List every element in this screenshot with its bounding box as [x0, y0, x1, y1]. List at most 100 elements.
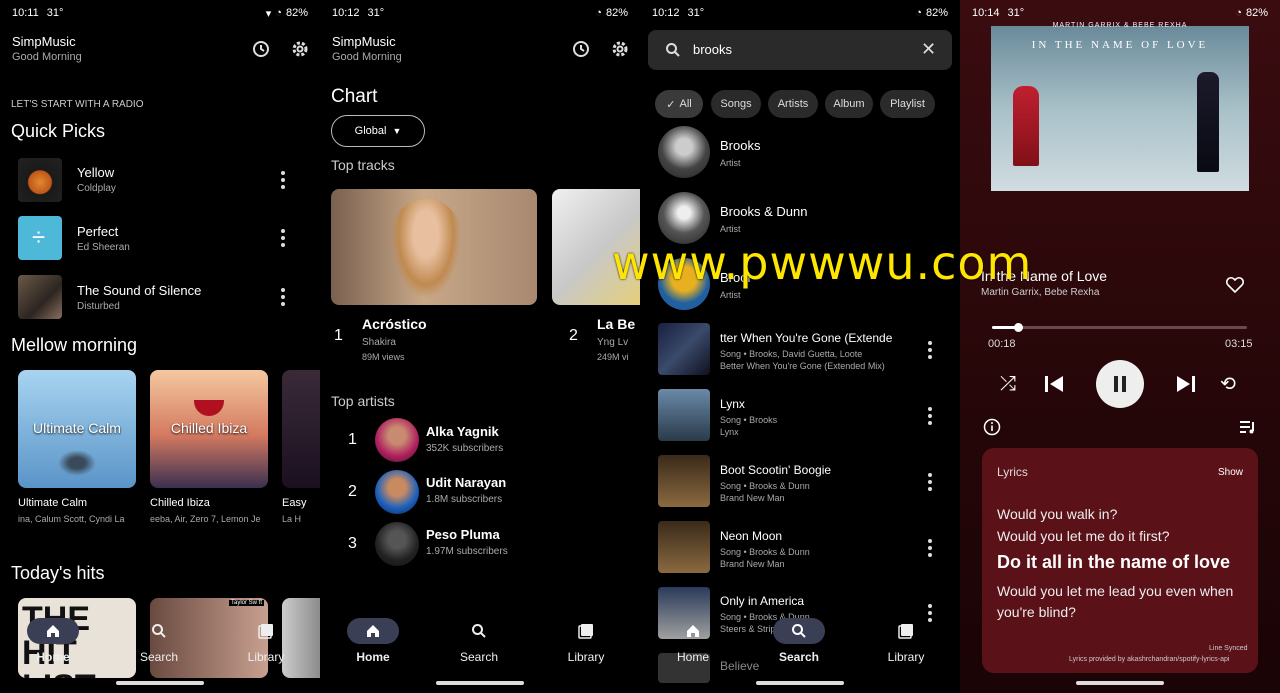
nav-library[interactable]: Library — [226, 618, 306, 664]
result-title[interactable]: Neon Moon — [720, 529, 782, 543]
artist-avatar[interactable] — [375, 522, 419, 566]
track-artist: Shakira — [362, 337, 396, 348]
region-value: Global — [354, 125, 387, 137]
playlist-card[interactable]: Chilled Ibiza — [150, 370, 268, 488]
artist-avatar[interactable] — [375, 418, 419, 462]
pick-title[interactable]: The Sound of Silence — [77, 283, 201, 298]
more-options-icon[interactable] — [928, 407, 932, 425]
song-cover[interactable] — [658, 389, 710, 441]
result-title[interactable]: Lynx — [720, 397, 745, 411]
more-options-icon[interactable] — [928, 473, 932, 491]
pick-title[interactable]: Perfect — [77, 224, 118, 239]
nav-search[interactable]: Search — [759, 618, 839, 664]
next-icon[interactable] — [1176, 375, 1196, 393]
filter-chip-artists[interactable]: Artists — [768, 90, 818, 118]
temperature: 31° — [367, 7, 385, 19]
filter-chip-playlist[interactable]: Playlist — [880, 90, 935, 118]
info-icon[interactable] — [983, 418, 1001, 436]
nav-label: Search — [139, 650, 179, 664]
filter-chip-all[interactable]: ✓ All — [655, 90, 703, 118]
repeat-icon[interactable]: ⟲ — [1220, 373, 1236, 396]
temperature: 31° — [687, 7, 705, 19]
watermark: www.pwwwu.com — [612, 236, 1033, 290]
artist-avatar[interactable] — [375, 470, 419, 514]
album-artists-text: MARTIN GARRIX & BEBE REXHA — [1052, 22, 1188, 29]
heart-icon[interactable] — [1225, 276, 1245, 294]
current-lyric-line: Do it all in the name of love — [997, 552, 1231, 572]
pick-artist: Coldplay — [77, 183, 116, 194]
playlist-card[interactable]: Ultimate Calm — [18, 370, 136, 488]
nav-home[interactable]: Home — [13, 618, 93, 664]
nav-search[interactable]: Search — [439, 618, 519, 664]
show-lyrics-button[interactable]: Show — [1218, 467, 1243, 478]
more-options-icon[interactable] — [281, 229, 285, 247]
settings-gear-icon[interactable] — [610, 39, 630, 59]
history-icon[interactable] — [571, 39, 591, 59]
song-cover[interactable] — [658, 455, 710, 507]
result-title[interactable]: Brooks & Dunn — [720, 204, 807, 219]
battery-level: 82% — [605, 7, 628, 19]
clock: 10:11 — [12, 7, 39, 19]
search-input[interactable]: brooks — [693, 42, 732, 57]
previous-icon[interactable] — [1044, 375, 1064, 393]
artist-name[interactable]: Udit Narayan — [426, 475, 506, 490]
queue-icon[interactable] — [1239, 419, 1257, 435]
nav-library[interactable]: Library — [546, 618, 626, 664]
seek-handle[interactable] — [1013, 323, 1023, 332]
shuffle-icon[interactable]: ⤮ — [1000, 373, 1016, 396]
result-title[interactable]: tter When You're Gone (Extende — [720, 331, 906, 345]
search-bar[interactable]: brooks ✕ — [648, 30, 952, 70]
result-title[interactable]: Boot Scootin' Boogie — [720, 463, 831, 477]
result-subtitle: Song • Brooks — [720, 415, 778, 425]
result-subtitle: Song • Brooks, David Guetta, Loote — [720, 349, 863, 359]
check-icon: ✓ — [666, 98, 676, 111]
result-album: Brand New Man — [720, 559, 785, 569]
todays-hits-title: Today's hits — [11, 563, 105, 583]
playlist-card[interactable] — [282, 370, 320, 488]
track-title[interactable]: Acróstico — [362, 316, 427, 332]
artist-name[interactable]: Peso Pluma — [426, 527, 500, 542]
pause-button[interactable] — [1096, 360, 1144, 408]
nav-search[interactable]: Search — [119, 618, 199, 664]
pick-title[interactable]: Yellow — [77, 165, 114, 180]
nav-library[interactable]: Library — [866, 618, 946, 664]
region-dropdown[interactable]: Global ▼ — [331, 115, 425, 147]
nav-label: Library — [567, 650, 605, 664]
artist-name[interactable]: Alka Yagnik — [426, 424, 499, 439]
search-icon — [133, 618, 185, 644]
cover-text: Ultimate Calm — [33, 420, 121, 436]
lyrics-label: Lyrics — [997, 465, 1028, 479]
clear-icon[interactable]: ✕ — [921, 39, 936, 60]
result-subtitle: Artist — [720, 290, 741, 300]
playlist-artists: eeba, Air, Zero 7, Lemon Je — [150, 514, 261, 524]
result-subtitle: Artist — [720, 224, 741, 234]
artist-avatar[interactable] — [658, 126, 710, 178]
nav-label: Search — [459, 650, 499, 664]
result-title[interactable]: Only in America — [720, 594, 804, 608]
filter-chip-album[interactable]: Album — [825, 90, 873, 118]
track-title[interactable]: La Be — [597, 316, 635, 332]
settings-gear-icon[interactable] — [290, 39, 310, 59]
more-options-icon[interactable] — [928, 341, 932, 359]
artist-rank: 1 — [348, 431, 357, 448]
lyrics-card[interactable]: Lyrics Show Would you walk in? Would you… — [982, 448, 1258, 673]
filter-chip-songs[interactable]: Songs — [711, 90, 761, 118]
track-artist: Yng Lv — [597, 337, 629, 348]
lyric-line: Would you let me do it first? — [997, 528, 1170, 544]
more-options-icon[interactable] — [928, 539, 932, 557]
home-icon — [667, 618, 719, 644]
dropdown-arrow-icon: ▼ — [392, 126, 402, 136]
track-thumbnail[interactable] — [331, 189, 537, 305]
battery-icon: ◔ — [595, 7, 602, 19]
history-icon[interactable] — [251, 39, 271, 59]
song-cover[interactable] — [658, 521, 710, 573]
more-options-icon[interactable] — [281, 171, 285, 189]
chip-label: Artists — [777, 98, 809, 110]
seek-bar[interactable] — [992, 323, 1247, 332]
result-title[interactable]: Brooks — [720, 138, 760, 153]
nav-home[interactable]: Home — [333, 618, 413, 664]
nav-home[interactable]: Home — [653, 618, 733, 664]
more-options-icon[interactable] — [281, 288, 285, 306]
song-cover[interactable] — [658, 323, 710, 375]
battery-icon: ◔ — [915, 7, 922, 19]
